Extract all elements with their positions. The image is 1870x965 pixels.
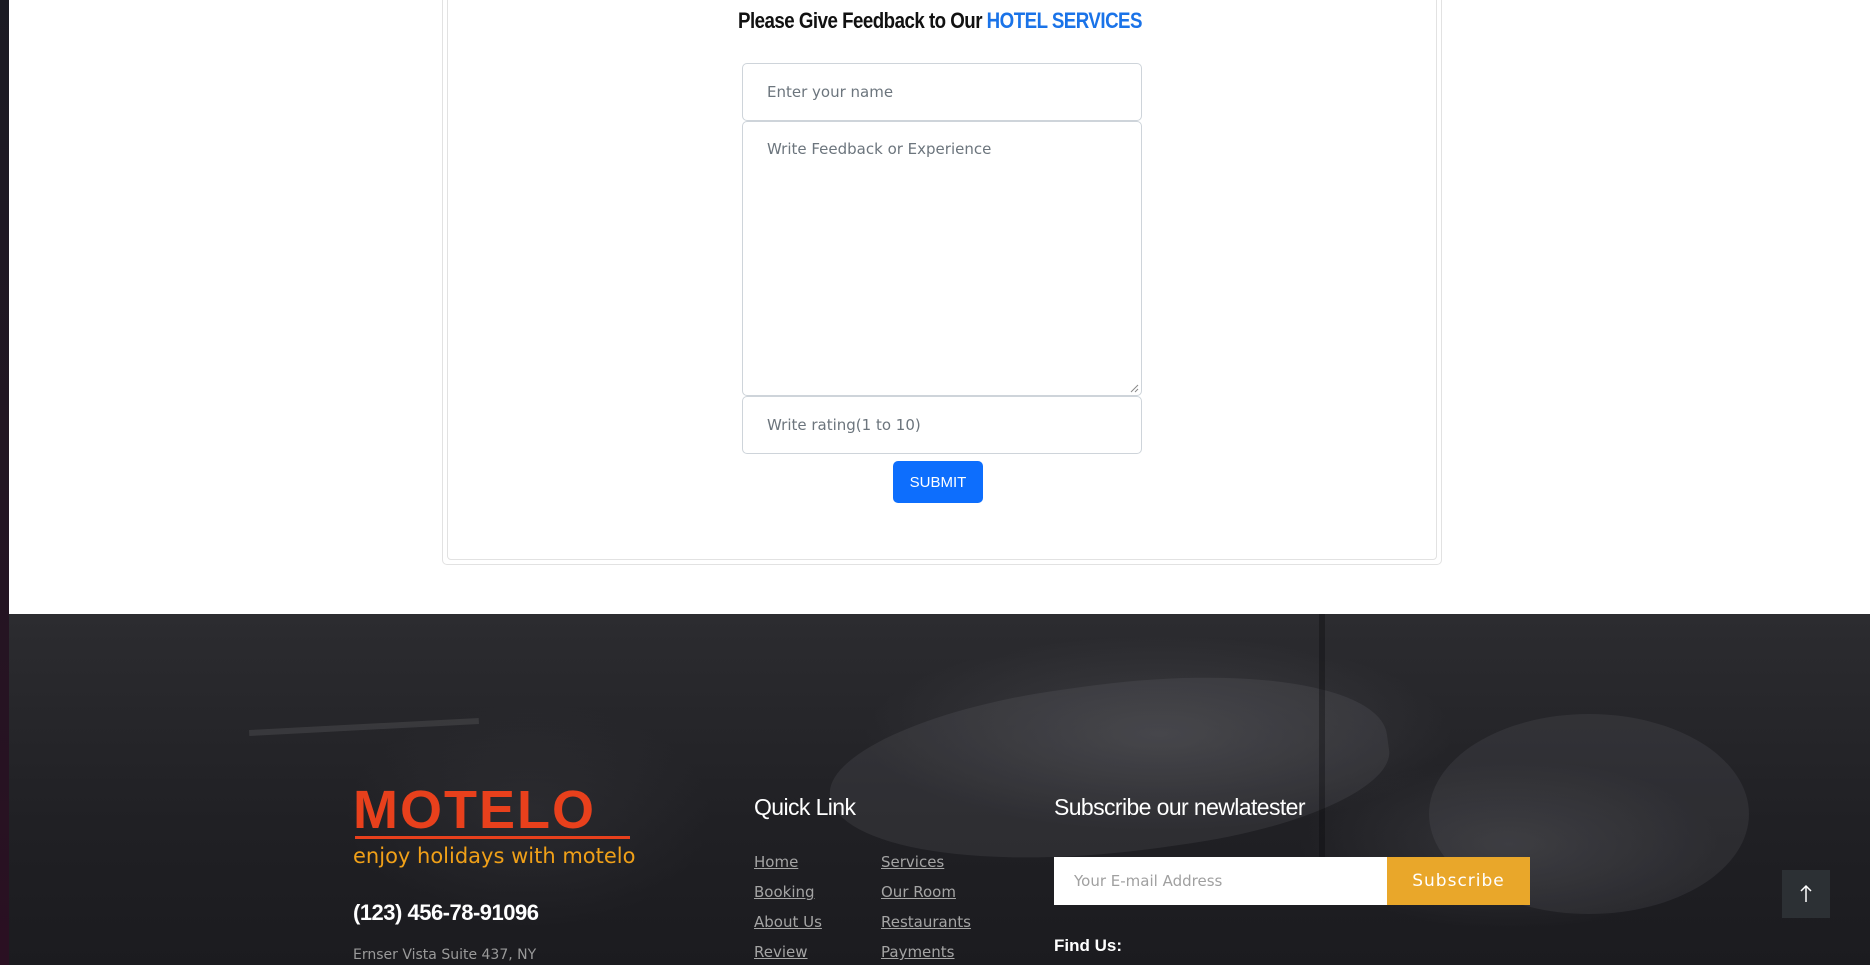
quick-link-payments[interactable]: Payments <box>881 943 954 961</box>
submit-button[interactable]: SUBMIT <box>893 461 983 503</box>
quick-link-our-room[interactable]: Our Room <box>881 883 956 901</box>
quick-link-about-us[interactable]: About Us <box>754 913 822 931</box>
feedback-placeholder: Write Feedback or Experience <box>767 140 992 158</box>
quick-link-booking[interactable]: Booking <box>754 883 815 901</box>
subscribe-button[interactable]: Subscribe <box>1387 857 1530 905</box>
rating-placeholder: Write rating(1 to 10) <box>767 416 921 434</box>
rating-input[interactable]: Write rating(1 to 10) <box>742 396 1142 454</box>
quick-link-restaurants[interactable]: Restaurants <box>881 913 971 931</box>
feedback-title: Please Give Feedback to Our HOTEL SERVIC… <box>515 8 1365 34</box>
email-placeholder: Your E-mail Address <box>1074 872 1223 890</box>
footer-tagline: enjoy holidays with motelo <box>353 844 636 868</box>
name-placeholder: Enter your name <box>767 83 894 101</box>
feedback-title-prefix: Please Give Feedback to Our <box>737 8 987 33</box>
resize-grip-icon[interactable] <box>1130 384 1139 393</box>
quick-link-review[interactable]: Review <box>754 943 808 961</box>
quick-link-home[interactable]: Home <box>754 853 798 871</box>
find-us-label: Find Us: <box>1054 936 1122 955</box>
subscribe-title: Subscribe our newlatester <box>1054 794 1306 820</box>
back-to-top-button[interactable] <box>1782 870 1830 918</box>
footer-bg-shape <box>1319 614 1325 874</box>
quick-link-title: Quick Link <box>754 794 856 820</box>
feedback-textarea[interactable]: Write Feedback or Experience <box>742 121 1142 396</box>
feedback-title-accent: HOTEL SERVICES <box>986 8 1143 33</box>
name-input[interactable]: Enter your name <box>742 63 1142 121</box>
footer-address: Ernser Vista Suite 437, NY <box>353 947 537 963</box>
email-input[interactable]: Your E-mail Address <box>1054 857 1387 905</box>
footer-phone: (123) 456-78-91096 <box>353 900 539 925</box>
left-edge-strip <box>0 0 9 965</box>
footer-bg-shape <box>249 717 479 737</box>
footer-logo[interactable]: MOTELO <box>353 783 596 837</box>
arrow-up-icon <box>1800 884 1812 902</box>
quick-link-services[interactable]: Services <box>881 853 944 871</box>
logo-underline <box>355 836 630 839</box>
